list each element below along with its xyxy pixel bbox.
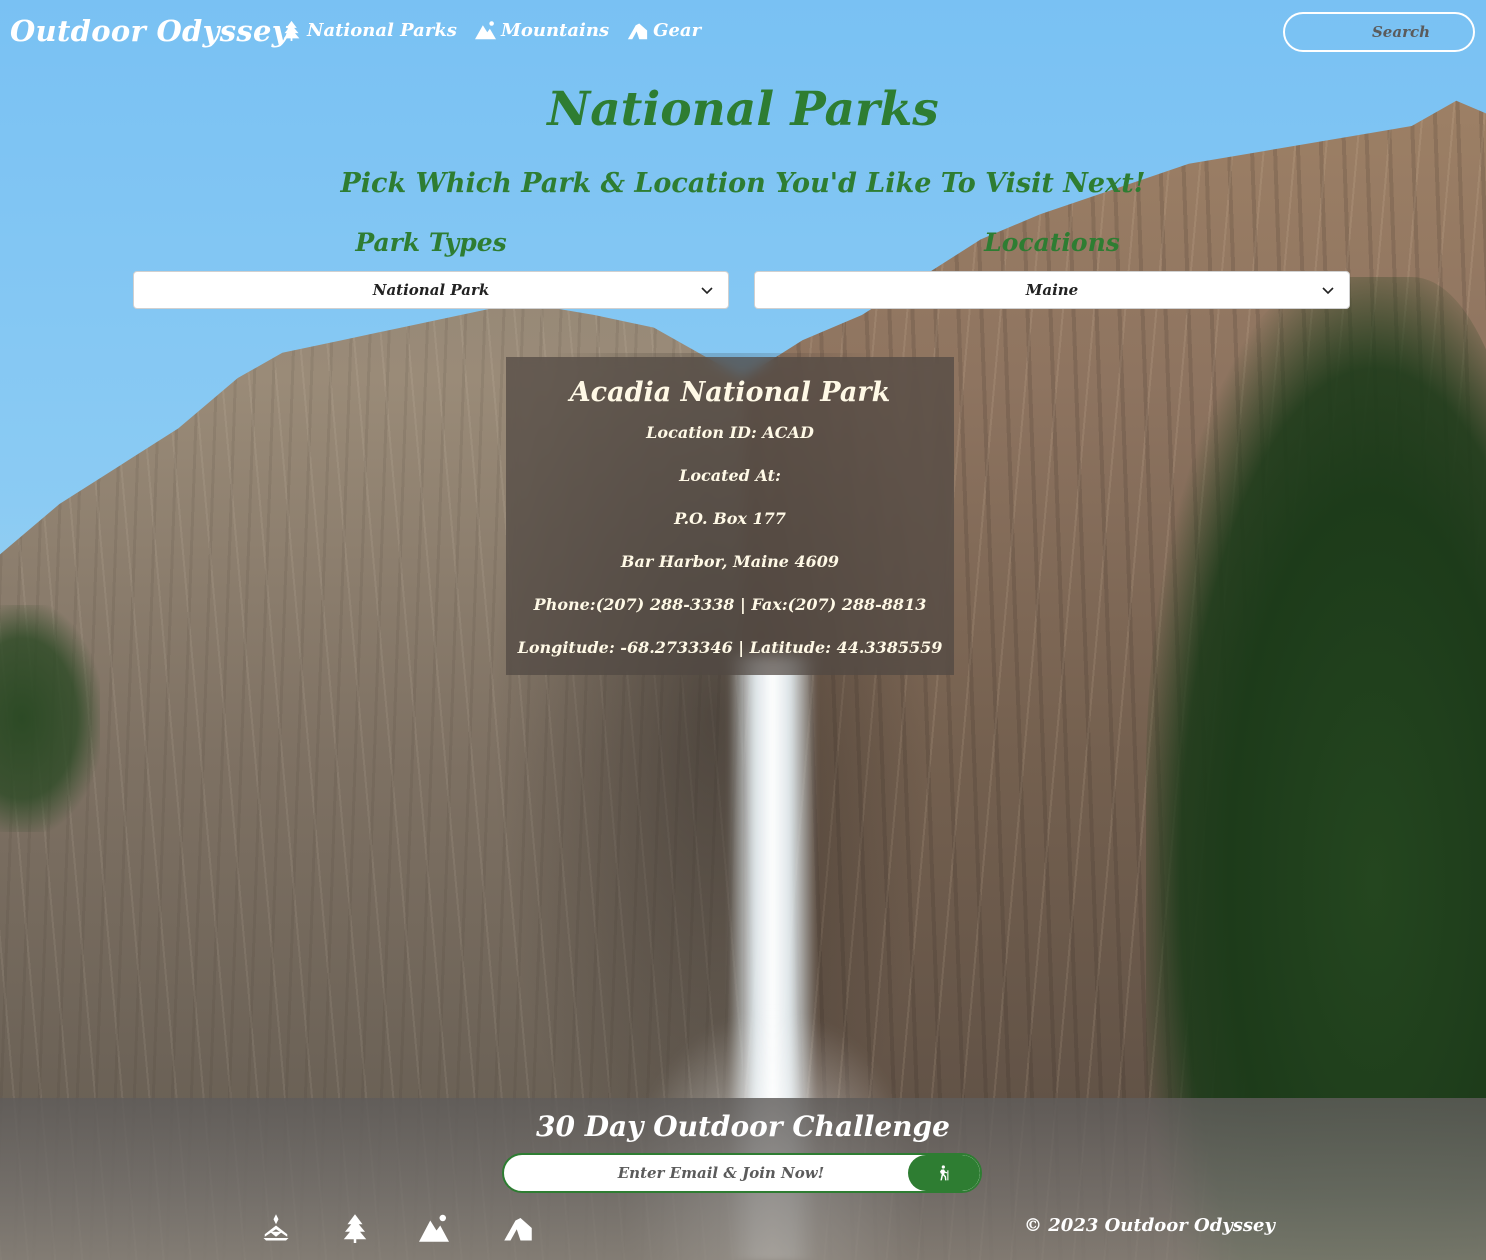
nav-national-parks[interactable]: National Parks	[281, 20, 457, 41]
main-content: National Parks Pick Which Park & Locatio…	[0, 0, 1486, 1100]
join-button[interactable]	[908, 1155, 980, 1191]
copyright: © 2023 Outdoor Odyssey	[1024, 1215, 1275, 1236]
footer-icon-links	[261, 1213, 533, 1243]
nav-mountains[interactable]: Mountains	[474, 20, 610, 41]
nav-label: Gear	[653, 20, 702, 41]
chevron-down-icon	[1321, 283, 1335, 297]
tree-icon[interactable]	[340, 1213, 370, 1243]
challenge-signup	[502, 1153, 982, 1193]
park-info-card: Acadia National Park Location ID: ACAD L…	[506, 357, 954, 675]
nav-label: Mountains	[500, 20, 610, 41]
park-address-line1: P.O. Box 177	[674, 509, 786, 528]
select-value: National Park	[372, 281, 490, 299]
page-subtitle: Pick Which Park & Location You'd Like To…	[340, 168, 1146, 199]
park-located-at: Located At:	[679, 466, 781, 485]
park-coordinates: Longitude: -68.2733346 | Latitude: 44.33…	[517, 638, 943, 657]
park-types-select[interactable]: National Park	[133, 271, 729, 309]
park-address-line2: Bar Harbor, Maine 4609	[620, 552, 840, 571]
nav-label: National Parks	[307, 20, 457, 41]
site-footer: 30 Day Outdoor Challenge © 2023 Outdoor …	[0, 1098, 1486, 1260]
chevron-down-icon	[700, 283, 714, 297]
main-nav: National Parks Mountains Gear	[281, 20, 701, 41]
page-title: National Parks	[547, 82, 939, 137]
tree-icon	[283, 20, 300, 41]
locations-label: Locations	[984, 228, 1120, 257]
brand-logo[interactable]: Outdoor Odyssey	[10, 14, 289, 48]
search-box	[1283, 12, 1475, 52]
park-location-id: Location ID: ACAD	[646, 423, 814, 442]
select-value: Maine	[1025, 281, 1079, 299]
tent-icon[interactable]	[503, 1213, 533, 1243]
tent-icon	[627, 23, 648, 40]
park-types-label: Park Types	[355, 228, 507, 257]
mountain-icon	[474, 21, 496, 40]
campfire-icon[interactable]	[261, 1213, 291, 1243]
search-input[interactable]	[1285, 14, 1473, 50]
hiker-icon	[940, 1165, 949, 1181]
nav-gear[interactable]: Gear	[627, 20, 701, 41]
challenge-title: 30 Day Outdoor Challenge	[536, 1110, 950, 1143]
locations-select[interactable]: Maine	[754, 271, 1350, 309]
email-field[interactable]	[504, 1155, 908, 1191]
park-phone-fax: Phone:(207) 288-3338 | Fax:(207) 288-881…	[533, 595, 927, 614]
mountain-icon[interactable]	[419, 1213, 449, 1243]
site-header: Outdoor Odyssey National Parks Mountains…	[0, 0, 1486, 70]
park-name: Acadia National Park	[569, 377, 891, 408]
